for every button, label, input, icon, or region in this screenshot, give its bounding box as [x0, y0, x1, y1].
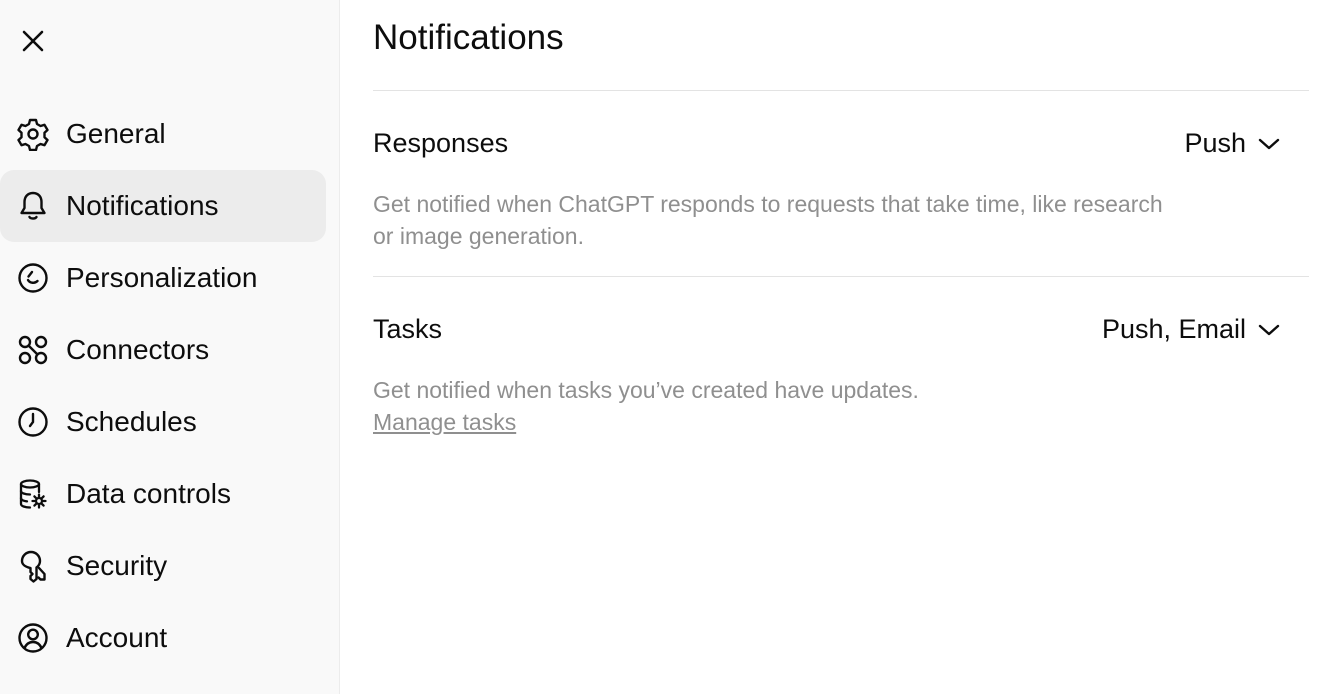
- responses-title: Responses: [373, 128, 509, 158]
- sidebar-item-security[interactable]: Security: [0, 530, 326, 602]
- chevron-down-icon: [1258, 324, 1280, 335]
- settings-nav: General Notifications Personalization Co…: [0, 98, 340, 674]
- settings-sidebar: General Notifications Personalization Co…: [0, 0, 340, 694]
- settings-dialog: General Notifications Personalization Co…: [0, 0, 1328, 694]
- sidebar-item-data-controls[interactable]: Data controls: [0, 458, 326, 530]
- clock-icon: [16, 405, 50, 439]
- database-settings-icon: [16, 477, 50, 511]
- close-button[interactable]: [14, 22, 52, 60]
- sidebar-item-personalization[interactable]: Personalization: [0, 242, 326, 314]
- sidebar-item-label: Schedules: [66, 406, 197, 437]
- title-divider: [373, 90, 1309, 91]
- sidebar-item-label: Data controls: [66, 478, 231, 509]
- sidebar-item-label: Account: [66, 622, 168, 653]
- close-icon: [22, 30, 44, 52]
- manage-tasks-link[interactable]: Manage tasks: [373, 409, 516, 435]
- sidebar-item-connectors[interactable]: Connectors: [0, 314, 326, 386]
- key-icon: [16, 549, 50, 583]
- tasks-description: Get notified when tasks you’ve created h…: [373, 377, 919, 403]
- responses-description: Get notified when ChatGPT responds to re…: [373, 191, 1163, 249]
- sidebar-item-label: Personalization: [66, 262, 258, 293]
- tasks-dropdown[interactable]: Push, Email: [1102, 314, 1280, 345]
- chevron-down-icon: [1258, 138, 1280, 149]
- sidebar-item-label: Notifications: [66, 190, 219, 221]
- tasks-description-block: Get notified when tasks you’ve created h…: [373, 374, 1173, 438]
- responses-dropdown[interactable]: Push: [1184, 128, 1280, 159]
- sidebar-item-schedules[interactable]: Schedules: [0, 386, 326, 458]
- page-title: Notifications: [373, 18, 564, 57]
- user-circle-icon: [16, 621, 50, 655]
- settings-content: Notifications Responses Push Get notifie…: [340, 0, 1328, 694]
- personalization-icon: [16, 261, 50, 295]
- sidebar-item-label: General: [66, 118, 166, 149]
- bell-icon: [16, 189, 50, 223]
- sidebar-item-account[interactable]: Account: [0, 602, 326, 674]
- sidebar-item-label: Connectors: [66, 334, 210, 365]
- tasks-title: Tasks: [373, 314, 443, 344]
- sidebar-item-notifications[interactable]: Notifications: [0, 170, 326, 242]
- sidebar-item-general[interactable]: General: [0, 98, 326, 170]
- section-divider: [373, 276, 1309, 277]
- gear-icon: [16, 117, 50, 151]
- responses-dropdown-value: Push: [1184, 128, 1246, 158]
- connectors-icon: [16, 333, 50, 367]
- sidebar-item-label: Security: [66, 550, 168, 581]
- tasks-dropdown-value: Push, Email: [1101, 314, 1246, 344]
